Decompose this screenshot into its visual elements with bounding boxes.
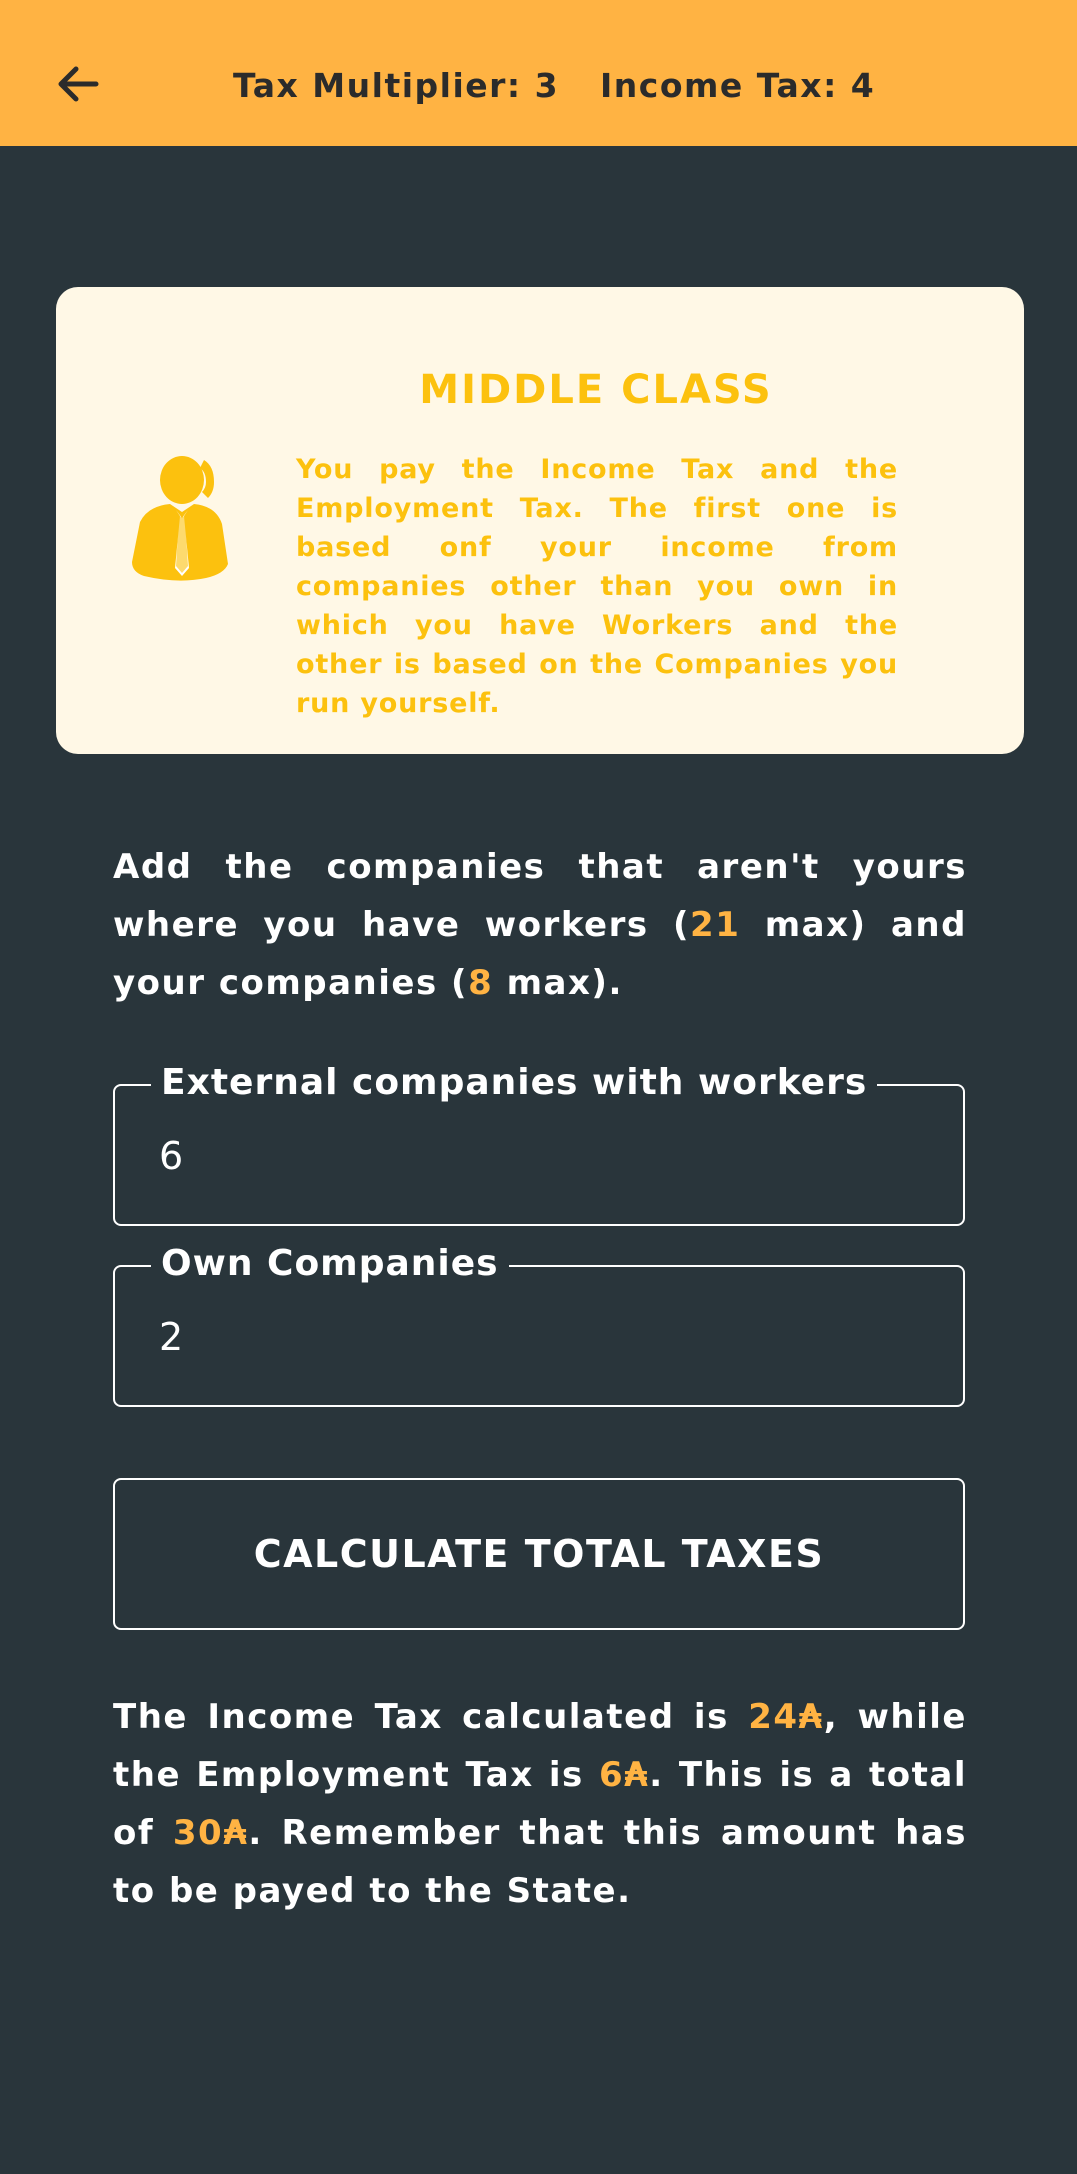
employment-tax-result: 6₳ bbox=[598, 1755, 650, 1795]
result-text: The Income Tax calculated is 24₳, while … bbox=[113, 1688, 967, 1920]
income-tax-label: Income Tax: bbox=[600, 66, 851, 105]
total-tax-result: 30₳ bbox=[172, 1813, 249, 1853]
max-own-value: 8 bbox=[468, 963, 494, 1003]
income-tax-value: 4 bbox=[850, 66, 876, 105]
calculate-total-taxes-button[interactable]: CALCULATE TOTAL TAXES bbox=[113, 1478, 965, 1630]
instructions-text: Add the companies that aren't yours wher… bbox=[113, 838, 967, 1012]
tax-multiplier-value: 3 bbox=[534, 66, 560, 105]
intro-text-part: max). bbox=[493, 963, 623, 1003]
class-info-card: MIDDLE CLASS You pay the Income Tax and … bbox=[56, 287, 1024, 754]
businessman-phone-icon bbox=[126, 452, 246, 592]
result-text-part: The Income Tax calculated is bbox=[113, 1697, 749, 1737]
external-companies-field[interactable]: External companies with workers bbox=[113, 1061, 965, 1226]
top-app-bar: Tax Multiplier: 3 Income Tax: 4 bbox=[0, 0, 1077, 146]
arrow-left-icon bbox=[58, 66, 99, 102]
own-companies-field[interactable]: Own Companies bbox=[113, 1242, 965, 1407]
own-companies-label: Own Companies bbox=[151, 1242, 509, 1286]
income-tax-indicator: Income Tax: 4 bbox=[600, 64, 875, 108]
external-companies-label: External companies with workers bbox=[151, 1061, 878, 1105]
card-description: You pay the Income Tax and the Employmen… bbox=[296, 454, 898, 719]
own-companies-input[interactable] bbox=[159, 1315, 919, 1359]
external-companies-input[interactable] bbox=[159, 1134, 919, 1178]
tax-multiplier-indicator: Tax Multiplier: 3 bbox=[233, 64, 559, 108]
max-external-value: 21 bbox=[690, 905, 741, 945]
back-button[interactable] bbox=[50, 56, 106, 112]
card-title: MIDDLE CLASS bbox=[419, 367, 773, 413]
income-tax-result: 24₳ bbox=[748, 1697, 824, 1737]
tax-multiplier-label: Tax Multiplier: bbox=[233, 66, 535, 105]
